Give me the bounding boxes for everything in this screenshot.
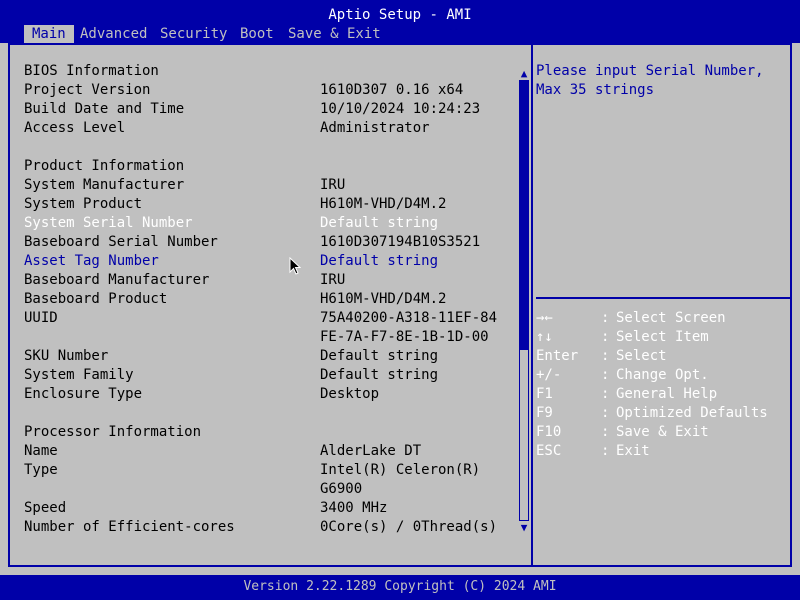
processor-name-value: AlderLake DT [320,443,422,459]
key-name: F1 [536,386,553,402]
help-pane [531,43,792,567]
build-date-value: 10/10/2024 10:24:23 [320,101,481,117]
processor-name-label: Name [24,443,58,459]
baseboard-product-value: H610M-VHD/D4M.2 [320,291,447,307]
key-legend-row: ↑↓: Select Item [536,328,709,347]
help-text-line2: Max 35 strings [536,82,655,98]
processor-type-value-line2: G6900 [320,481,363,497]
system-manufacturer-label: System Manufacturer [24,177,185,193]
speed-label: Speed [24,500,67,516]
key-name: F9 [536,405,553,421]
tab-security[interactable]: Security [160,25,227,44]
key-legend-row: +/-: Change Opt. [536,366,709,385]
key-separator: : [601,443,610,459]
mouse-pointer-icon [289,257,301,275]
uuid-value-line2: FE-7A-F7-8E-1B-1D-00 [320,329,489,345]
key-description: Save & Exit [616,424,709,440]
system-serial-number-item[interactable]: System Serial Number [24,214,193,233]
version-text: Version 2.22.1289 Copyright (C) 2024 AMI [243,579,557,594]
asset-tag-number-item[interactable]: Asset Tag Number [24,252,159,271]
app-title: Aptio Setup - AMI [328,7,472,23]
key-description: Optimized Defaults [616,405,768,421]
key-legend-row: →←: Select Screen [536,309,726,328]
asset-tag-number-value[interactable]: Default string [320,252,438,271]
tab-save-exit[interactable]: Save & Exit [288,25,381,44]
scrollbar[interactable] [519,80,529,521]
help-text-line1: Please input Serial Number, [536,63,764,79]
key-separator: : [601,329,610,345]
system-manufacturer-value: IRU [320,177,346,193]
key-name: F10 [536,424,562,440]
access-level-value: Administrator [320,120,430,136]
system-product-value: H610M-VHD/D4M.2 [320,196,447,212]
tab-main[interactable]: Main [24,25,74,44]
key-description: Select Item [616,329,709,345]
sku-number-label: SKU Number [24,348,109,364]
key-description: Select [616,348,667,364]
key-separator: : [601,424,610,440]
baseboard-product-label: Baseboard Product [24,291,168,307]
enclosure-type-label: Enclosure Type [24,386,143,402]
key-legend-row: F10: Save & Exit [536,423,709,442]
system-family-label: System Family [24,367,134,383]
key-name: →← [536,310,553,326]
key-name: +/- [536,367,562,383]
system-family-value: Default string [320,367,439,383]
key-description: Exit [616,443,650,459]
key-separator: : [601,405,610,421]
key-name: ↑↓ [536,329,553,345]
sku-number-value: Default string [320,348,439,364]
processor-information-heading: Processor Information [24,424,202,440]
tab-advanced[interactable]: Advanced [80,25,147,44]
system-product-label: System Product [24,196,143,212]
scroll-down-arrow-icon[interactable]: ▼ [518,518,530,537]
baseboard-serial-number-label: Baseboard Serial Number [24,234,218,250]
key-separator: : [601,310,610,326]
uuid-label: UUID [24,310,58,326]
baseboard-serial-number-value: 1610D307194B10S3521 [320,234,481,250]
key-description: General Help [616,386,718,402]
key-legend-row: Enter: Select [536,347,667,366]
tab-boot[interactable]: Boot [240,25,274,44]
processor-type-value-line1: Intel(R) Celeron(R) [320,462,481,478]
project-version-value: 1610D307 0.16 x64 [320,82,464,98]
build-date-label: Build Date and Time [24,101,185,117]
key-separator: : [601,386,610,402]
uuid-value-line1: 75A40200-A318-11EF-84 [320,310,498,326]
project-version-label: Project Version [24,82,151,98]
speed-value: 3400 MHz [320,500,388,516]
system-serial-number-value[interactable]: Default string [320,214,438,233]
bios-information-heading: BIOS Information [24,63,159,79]
key-separator: : [601,367,610,383]
scrollbar-thumb[interactable] [520,350,528,520]
processor-type-label: Type [24,462,58,478]
product-information-heading: Product Information [24,158,185,174]
baseboard-manufacturer-value: IRU [320,272,346,288]
key-legend-row: F9: Optimized Defaults [536,404,768,423]
baseboard-manufacturer-label: Baseboard Manufacturer [24,272,210,288]
key-name: ESC [536,443,562,459]
key-legend-row: ESC: Exit [536,442,650,461]
key-description: Change Opt. [616,367,709,383]
key-name: Enter [536,348,579,364]
enclosure-type-value: Desktop [320,386,380,402]
key-separator: : [601,348,610,364]
efficient-cores-label: Number of Efficient-cores [24,519,235,535]
key-description: Select Screen [616,310,726,326]
key-legend-row: F1: General Help [536,385,717,404]
efficient-cores-value: 0Core(s) / 0Thread(s) [320,519,498,535]
access-level-label: Access Level [24,120,126,136]
help-divider [536,297,792,299]
